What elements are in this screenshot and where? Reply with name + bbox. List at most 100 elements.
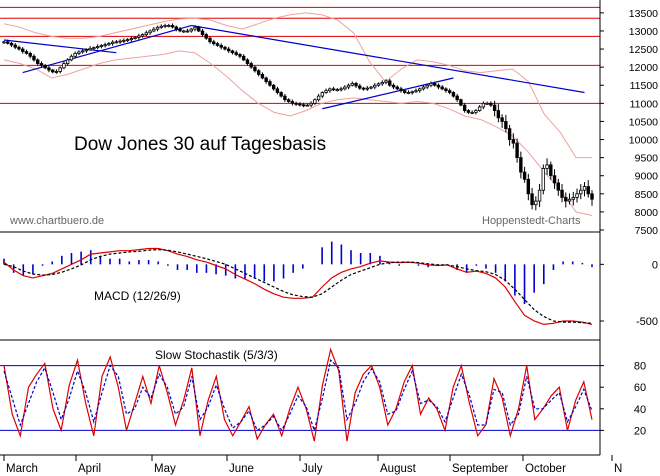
price-candle — [406, 92, 411, 94]
price-candle — [241, 55, 246, 61]
price-candle — [140, 34, 145, 37]
price-tick-label: 12000 — [629, 62, 658, 74]
price-candle — [182, 30, 186, 33]
price-candle — [73, 52, 77, 57]
price-candle — [492, 104, 497, 111]
price-candle — [369, 86, 373, 89]
price-candle — [256, 70, 261, 75]
stochastic-title: Slow Stochastik (5/3/3) — [155, 348, 278, 362]
price-candle — [193, 26, 197, 30]
price-candle — [32, 55, 36, 61]
price-candle — [433, 83, 437, 86]
price-candle — [582, 186, 587, 191]
price-candle — [320, 92, 325, 97]
price-candle — [511, 139, 516, 144]
price-candle — [39, 63, 44, 66]
price-tick-label: 13000 — [629, 26, 658, 38]
price-candle — [537, 189, 542, 202]
month-label: August — [380, 463, 417, 475]
price-candle — [155, 26, 160, 30]
price-candle — [316, 95, 321, 101]
price-tick-label: 7500 — [635, 225, 659, 237]
price-candle — [58, 67, 62, 72]
price-candle — [519, 157, 523, 173]
price-candle — [24, 51, 29, 54]
price-candle — [80, 50, 85, 53]
price-candle — [507, 128, 512, 140]
price-candle — [301, 104, 306, 107]
month-label: October — [525, 463, 566, 475]
price-candle — [444, 88, 448, 92]
price-candle — [328, 88, 332, 92]
price-candle — [384, 80, 388, 83]
price-candle — [271, 84, 276, 90]
price-candle — [376, 83, 381, 86]
price-candle — [6, 41, 10, 44]
price-candle — [43, 64, 47, 69]
price-candle — [99, 45, 104, 47]
source-label: Hoppenstedt-Charts — [482, 215, 581, 227]
price-candle — [223, 46, 227, 50]
price-candle — [13, 44, 17, 48]
price-candle — [462, 104, 467, 111]
month-label: September — [452, 463, 508, 475]
price-candle — [298, 103, 302, 106]
price-tick-label: 9500 — [635, 153, 659, 165]
price-candle — [47, 67, 51, 71]
price-candle — [466, 110, 471, 113]
month-label: April — [78, 463, 101, 475]
price-candle — [185, 30, 190, 33]
price-candle — [358, 85, 362, 89]
price-candle — [28, 52, 32, 57]
price-candle — [69, 55, 74, 61]
price-candle — [118, 40, 122, 43]
price-candle — [309, 102, 313, 106]
price-candle — [212, 41, 216, 45]
price-tick-label: 9000 — [635, 171, 659, 183]
price-candle — [522, 171, 527, 180]
price-candle — [77, 51, 81, 54]
price-candle — [189, 28, 193, 32]
price-candle — [2, 41, 6, 44]
price-candle — [530, 193, 534, 206]
price-candle — [350, 83, 355, 86]
price-candle — [230, 50, 235, 54]
price-candle — [170, 25, 175, 28]
price-candle — [365, 87, 369, 90]
price-candle — [556, 182, 560, 191]
price-tick-label: 10000 — [629, 135, 658, 147]
price-tick-label: 12500 — [629, 44, 658, 56]
price-candle — [575, 193, 579, 198]
price-candle — [286, 99, 291, 102]
price-candle — [331, 88, 336, 91]
price-candle — [380, 81, 384, 85]
price-candle — [403, 90, 407, 93]
price-candle — [234, 52, 238, 55]
price-candle — [470, 111, 474, 114]
price-candle — [541, 168, 546, 191]
price-tick-label: 8000 — [635, 207, 659, 219]
price-candle — [208, 37, 212, 43]
price-candle — [174, 26, 178, 30]
stochastic-tick-label: 60 — [634, 382, 646, 394]
price-candle — [373, 84, 377, 88]
price-candle — [545, 164, 549, 169]
macd-title: MACD (12/26/9) — [94, 289, 181, 303]
price-candle — [305, 104, 310, 107]
price-candle — [515, 142, 519, 159]
price-candle — [50, 69, 55, 73]
price-candle — [290, 101, 295, 104]
price-candle — [62, 63, 66, 69]
price-candle — [447, 90, 452, 93]
price-candle — [451, 92, 456, 97]
price-candle — [219, 45, 223, 48]
price-candle — [477, 106, 482, 111]
price-candle — [279, 92, 283, 97]
price-candle — [103, 44, 107, 47]
price-candle — [245, 59, 250, 64]
price-candle — [197, 26, 201, 32]
price-candle — [84, 49, 89, 52]
price-candle — [36, 59, 40, 64]
price-candle — [564, 197, 568, 202]
price-candle — [429, 83, 433, 86]
